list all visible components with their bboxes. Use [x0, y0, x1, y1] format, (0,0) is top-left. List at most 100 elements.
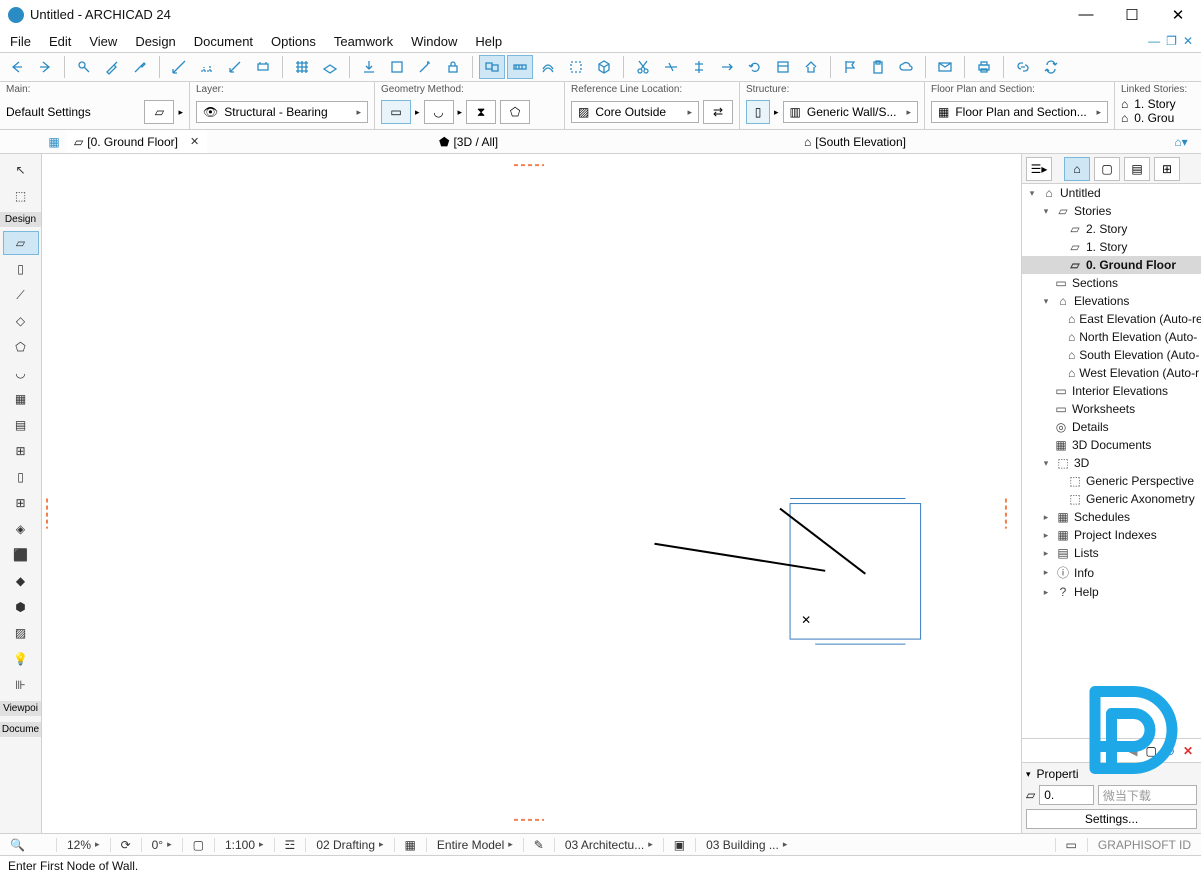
geom-curved-button[interactable]: ◡ — [424, 100, 454, 124]
geom-straight-button[interactable]: ▭ — [381, 100, 411, 124]
tree-stories[interactable]: ▾▱Stories — [1022, 202, 1201, 220]
curtain-wall-tool[interactable]: ⊞ — [3, 439, 39, 463]
wall-tool[interactable]: ▱ — [3, 231, 39, 255]
magic-wand-button[interactable] — [412, 55, 438, 79]
box-button[interactable] — [384, 55, 410, 79]
tree-perspective[interactable]: ⬚Generic Perspective — [1022, 472, 1201, 490]
adjust-button[interactable] — [714, 55, 740, 79]
linked-story-0[interactable]: 0. Grou — [1134, 111, 1174, 125]
close-button[interactable]: ✕ — [1155, 0, 1201, 30]
cut-button[interactable] — [630, 55, 656, 79]
flip-button[interactable]: ⇄ — [703, 100, 733, 124]
inject-button[interactable] — [127, 55, 153, 79]
tree-help[interactable]: ▸?Help — [1022, 583, 1201, 601]
scale-value[interactable]: 1:100 — [225, 838, 255, 852]
menu-file[interactable]: File — [10, 34, 31, 49]
linked-story-1[interactable]: 1. Story — [1134, 97, 1175, 111]
layers-icon[interactable]: ☲ — [274, 838, 306, 852]
nav-popup-button[interactable]: ☰▸ — [1026, 157, 1052, 181]
canvas[interactable]: ✕ — [42, 154, 1021, 833]
flag-button[interactable] — [837, 55, 863, 79]
tab-menu-icon[interactable]: ⌂▾ — [1174, 135, 1187, 149]
tree-axonometry[interactable]: ⬚Generic Axonometry — [1022, 490, 1201, 508]
edit-button[interactable] — [770, 55, 796, 79]
roof-tool[interactable]: ⬠ — [3, 335, 39, 359]
scroll-left-icon[interactable]: ◀ — [1128, 744, 1137, 758]
ref-dropdown[interactable]: ▨ Core Outside ▸ — [571, 101, 699, 123]
menu-help[interactable]: Help — [475, 34, 502, 49]
layer-combo[interactable]: 02 Drafting — [316, 838, 375, 852]
tree-elevations[interactable]: ▾⌂Elevations — [1022, 292, 1201, 310]
model-combo[interactable]: Entire Model — [437, 838, 504, 852]
tree-3d-docs[interactable]: ▦3D Documents — [1022, 436, 1201, 454]
split-button[interactable] — [686, 55, 712, 79]
skylight-tool[interactable]: ◈ — [3, 517, 39, 541]
model-icon[interactable]: ▦ — [394, 838, 426, 852]
shell-tool[interactable]: ◡ — [3, 361, 39, 385]
settings-button[interactable]: Settings... — [1026, 809, 1197, 829]
sync-button[interactable] — [1038, 55, 1064, 79]
maximize-button[interactable]: ☐ — [1109, 0, 1155, 30]
minimize-button[interactable]: — — [1063, 0, 1109, 30]
eyedropper-button[interactable] — [99, 55, 125, 79]
floor-dropdown[interactable]: ▦ Floor Plan and Section... ▸ — [931, 101, 1108, 123]
tree-worksheets[interactable]: ▭Worksheets — [1022, 400, 1201, 418]
new-view-icon[interactable]: ▢ — [1146, 744, 1157, 758]
tree-info[interactable]: ▸ⓘInfo — [1022, 562, 1201, 583]
arrow-tool[interactable]: ↖ — [3, 158, 39, 182]
measure-button[interactable] — [507, 55, 533, 79]
column-tool[interactable]: ▯ — [3, 257, 39, 281]
tree-south-elev[interactable]: ⌂South Elevation (Auto- — [1022, 346, 1201, 364]
angle-value[interactable]: 0° — [152, 838, 163, 852]
geom-poly-icon[interactable]: ⬠ — [500, 100, 530, 124]
nav-view-map-tab[interactable]: ▢ — [1094, 157, 1120, 181]
tab-grid-icon[interactable]: ▦ — [42, 132, 66, 152]
tree-schedules[interactable]: ▸▦Schedules — [1022, 508, 1201, 526]
build-combo[interactable]: 03 Building ... — [706, 838, 779, 852]
door-tool[interactable]: ▯ — [3, 465, 39, 489]
tree-ground-floor[interactable]: ▱0. Ground Floor — [1022, 256, 1201, 274]
graphisoft-id[interactable]: GRAPHISOFT ID — [1087, 838, 1201, 852]
mdi-close-icon[interactable]: ✕ — [1183, 34, 1193, 48]
add-view-icon[interactable]: ⊕ — [1165, 744, 1175, 758]
offset-button[interactable] — [535, 55, 561, 79]
tree-west-elev[interactable]: ⌂West Elevation (Auto-r — [1022, 364, 1201, 382]
tree-interior[interactable]: ▭Interior Elevations — [1022, 382, 1201, 400]
mdi-minimize-icon[interactable]: — — [1148, 34, 1160, 48]
menu-document[interactable]: Document — [194, 34, 253, 49]
orbit-icon[interactable]: ⟳ — [110, 838, 141, 852]
wall-settings-icon[interactable]: ▱ — [144, 100, 174, 124]
design-label[interactable]: Design — [0, 212, 41, 227]
tree-sections[interactable]: ▭Sections — [1022, 274, 1201, 292]
tree-details[interactable]: ◎Details — [1022, 418, 1201, 436]
expand-panel-icon[interactable]: ▭ — [1055, 838, 1087, 852]
tree-3d[interactable]: ▾⬚3D — [1022, 454, 1201, 472]
struct-basic-button[interactable]: ▯ — [746, 100, 770, 124]
menu-options[interactable]: Options — [271, 34, 316, 49]
guide-button[interactable] — [194, 55, 220, 79]
delete-view-icon[interactable]: ✕ — [1183, 744, 1193, 758]
tree-story-1[interactable]: ▱1. Story — [1022, 238, 1201, 256]
tree-east-elev[interactable]: ⌂East Elevation (Auto-re — [1022, 310, 1201, 328]
tree-story-2[interactable]: ▱2. Story — [1022, 220, 1201, 238]
mvo-icon[interactable]: ▣ — [663, 838, 695, 852]
arch-combo[interactable]: 03 Architectu... — [565, 838, 644, 852]
marquee-tool[interactable]: ⬚ — [3, 184, 39, 208]
clipboard-button[interactable] — [865, 55, 891, 79]
trim-button[interactable] — [658, 55, 684, 79]
plane-button[interactable] — [317, 55, 343, 79]
morph-tool[interactable]: ◆ — [3, 569, 39, 593]
geom-trapezoid-icon[interactable]: ⧗ — [466, 100, 496, 124]
cloud-button[interactable] — [893, 55, 919, 79]
scale-icon[interactable]: ▢ — [182, 838, 214, 852]
prop-id-field[interactable]: 0. — [1039, 785, 1094, 805]
object-tool[interactable]: ⬢ — [3, 595, 39, 619]
snap-button[interactable] — [222, 55, 248, 79]
mesh-tool[interactable]: ▦ — [3, 387, 39, 411]
menu-view[interactable]: View — [89, 34, 117, 49]
pen-icon[interactable]: ✎ — [523, 838, 554, 852]
tab-3d[interactable]: ⬟ [3D / All] — [431, 130, 506, 153]
gravity-button[interactable] — [356, 55, 382, 79]
beam-tool[interactable]: ⟋ — [3, 283, 39, 307]
default-settings[interactable]: Default Settings — [6, 105, 140, 119]
